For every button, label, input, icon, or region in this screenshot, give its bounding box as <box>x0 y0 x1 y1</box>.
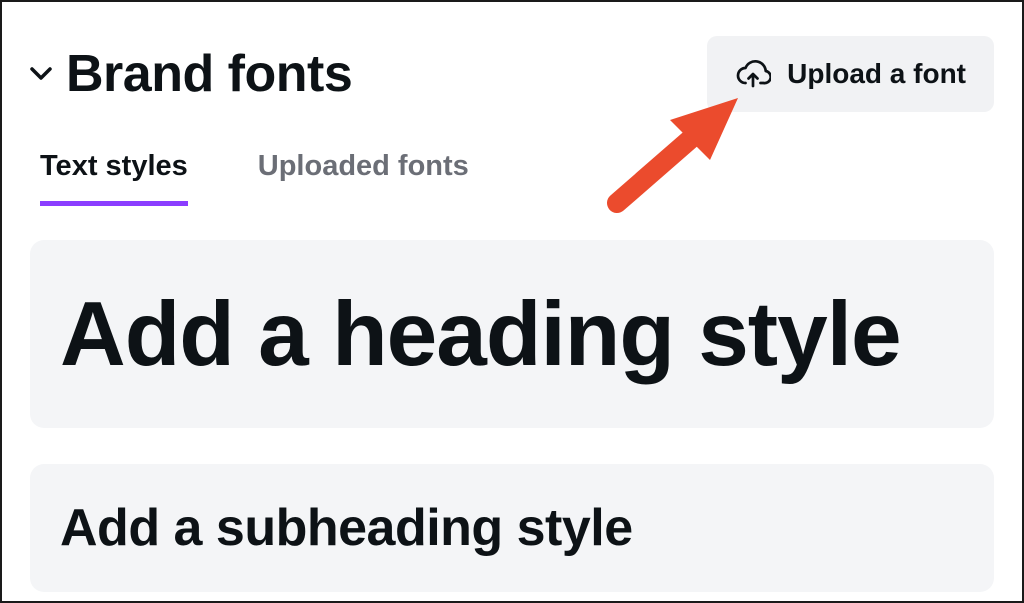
tab-text-styles[interactable]: Text styles <box>40 150 188 206</box>
chevron-down-icon <box>30 67 52 81</box>
add-heading-style-card[interactable]: Add a heading style <box>30 240 994 428</box>
upload-button-label: Upload a font <box>787 58 966 90</box>
tabs: Text styles Uploaded fonts <box>30 150 994 206</box>
subheading-style-label: Add a subheading style <box>60 498 633 558</box>
add-subheading-style-card[interactable]: Add a subheading style <box>30 464 994 592</box>
header-row: Brand fonts Upload a font <box>30 36 994 112</box>
heading-style-label: Add a heading style <box>60 289 901 380</box>
upload-font-button[interactable]: Upload a font <box>707 36 994 112</box>
page-title: Brand fonts <box>66 44 352 104</box>
cloud-upload-icon <box>735 56 771 92</box>
title-group: Brand fonts <box>30 44 352 104</box>
tab-uploaded-fonts[interactable]: Uploaded fonts <box>258 150 469 206</box>
collapse-toggle[interactable] <box>30 63 52 85</box>
